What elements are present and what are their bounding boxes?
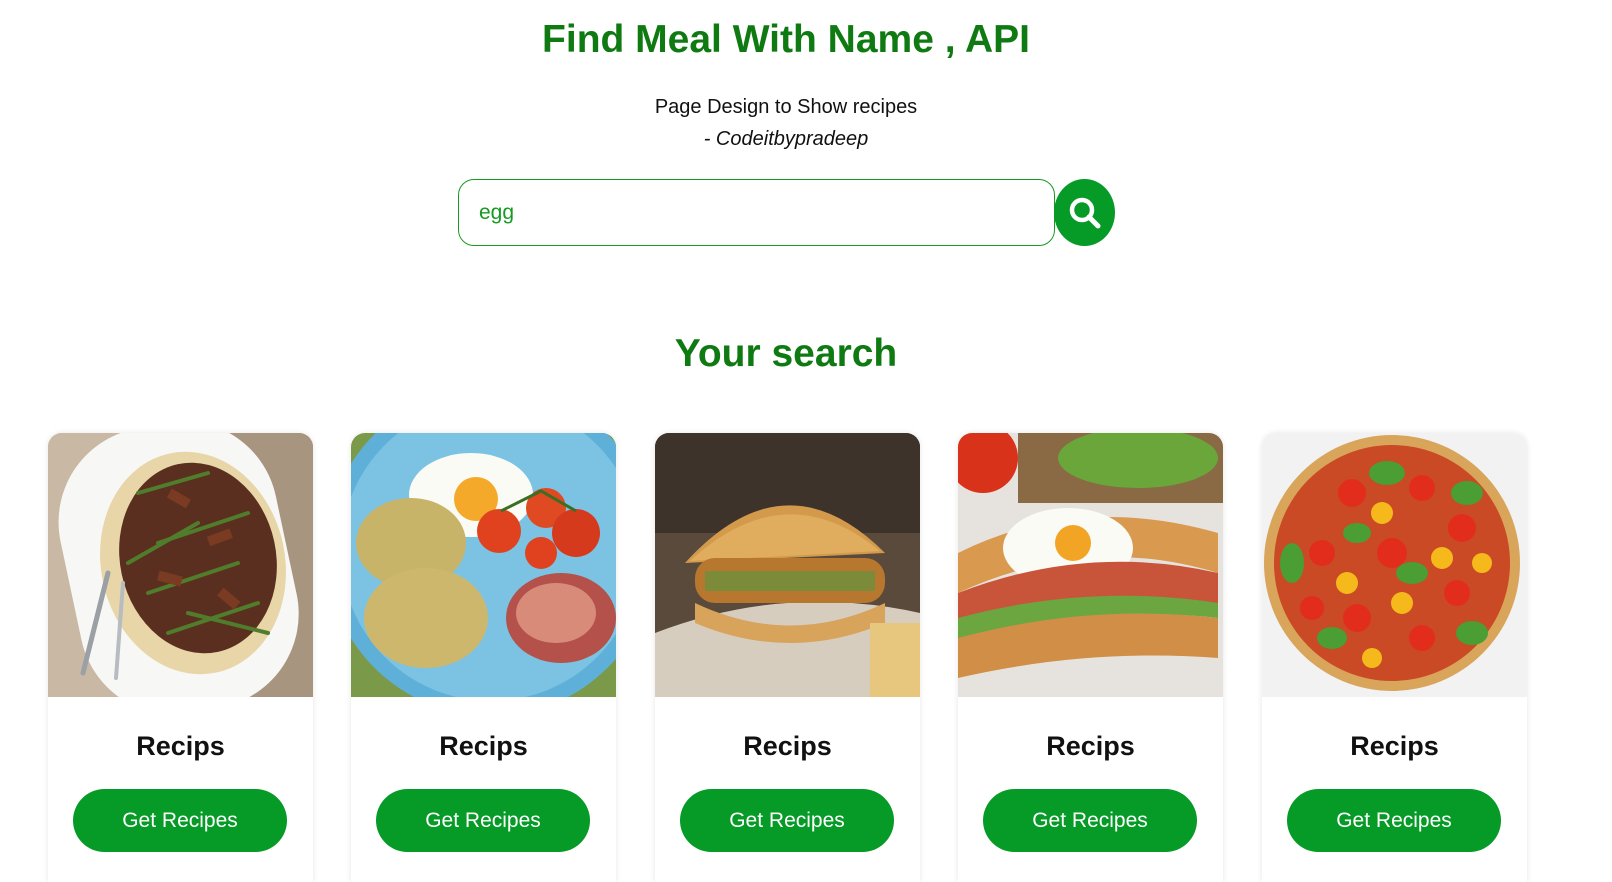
recipe-label: Recips xyxy=(136,731,225,761)
recipe-card: Recips Get Recipes xyxy=(655,433,920,882)
recipe-card: Recips Get Recipes xyxy=(958,433,1223,882)
search-button[interactable] xyxy=(1054,179,1115,246)
recipe-label: Recips xyxy=(743,731,832,761)
author-credit: - Codeitbypradeep xyxy=(703,128,869,150)
page-title: Find Meal With Name , API xyxy=(542,18,1030,61)
recipe-image xyxy=(351,433,616,697)
recipe-image xyxy=(958,433,1223,697)
search-icon xyxy=(1069,197,1100,228)
get-recipes-button[interactable]: Get Recipes xyxy=(376,789,590,852)
results-title: Your search xyxy=(674,332,898,375)
recipe-label: Recips xyxy=(1046,731,1135,761)
get-recipes-button[interactable]: Get Recipes xyxy=(73,789,287,852)
recipe-label: Recips xyxy=(439,731,528,761)
recipe-card: Recips Get Recipes xyxy=(351,433,616,882)
recipe-card: Recips Get Recipes xyxy=(48,433,313,882)
recipe-image xyxy=(48,433,313,697)
search-input[interactable]: egg xyxy=(458,179,1055,246)
recipe-card: Recips Get Recipes xyxy=(1262,433,1527,882)
recipe-image xyxy=(1262,433,1527,697)
recipe-image xyxy=(655,433,920,697)
get-recipes-button[interactable]: Get Recipes xyxy=(983,789,1197,852)
page-subtitle: Page Design to Show recipes xyxy=(654,96,918,118)
get-recipes-button[interactable]: Get Recipes xyxy=(680,789,894,852)
get-recipes-button[interactable]: Get Recipes xyxy=(1287,789,1501,852)
recipe-label: Recips xyxy=(1350,731,1439,761)
